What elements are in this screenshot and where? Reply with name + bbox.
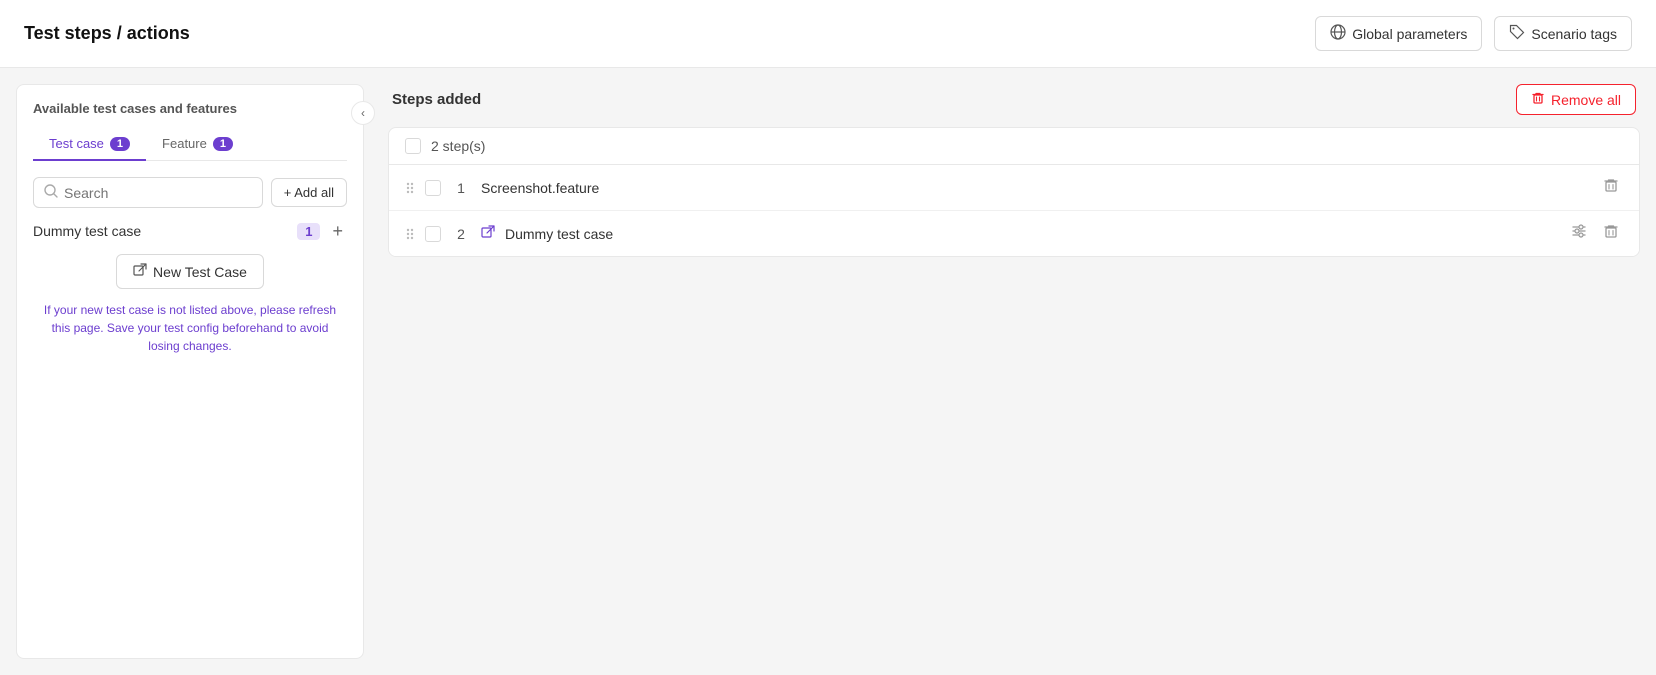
step-2-checkbox[interactable] <box>425 226 441 242</box>
drag-handle-icon[interactable] <box>405 227 415 241</box>
delete-icon <box>1531 91 1545 108</box>
tab-feature-badge: 1 <box>213 137 233 151</box>
add-test-case-button[interactable]: + <box>328 220 347 242</box>
steps-count: 2 step(s) <box>431 138 485 154</box>
tab-feature[interactable]: Feature 1 <box>146 128 249 161</box>
header-actions: Global parameters Scenario tags <box>1315 16 1632 51</box>
sidebar: Available test cases and features Test c… <box>16 84 364 659</box>
step-row: 1 Screenshot.feature <box>389 165 1639 211</box>
step-1-actions <box>1599 175 1623 200</box>
search-input[interactable] <box>64 185 252 201</box>
remove-all-button[interactable]: Remove all <box>1516 84 1636 115</box>
step-2-link-icon <box>481 225 495 242</box>
tab-test-case-label: Test case <box>49 136 104 151</box>
page-title: Test steps / actions <box>24 23 190 44</box>
tab-test-case[interactable]: Test case 1 <box>33 128 146 161</box>
tag-icon <box>1509 24 1525 43</box>
add-all-button[interactable]: + Add all <box>271 178 347 207</box>
right-panel: Steps added Remove all 2 step(s <box>388 84 1640 659</box>
step-2-delete-button[interactable] <box>1599 221 1623 246</box>
page-header: Test steps / actions Global parameters S… <box>0 0 1656 68</box>
select-all-checkbox[interactable] <box>405 138 421 154</box>
step-1-number: 1 <box>451 180 471 196</box>
step-2-actions <box>1567 221 1623 246</box>
steps-container: 2 step(s) 1 Screenshot.feature <box>388 127 1640 257</box>
sidebar-body: + Add all Dummy test case 1 + <box>17 161 363 658</box>
globe-icon <box>1330 24 1346 43</box>
test-case-count-badge: 1 <box>297 223 320 240</box>
collapse-sidebar-button[interactable]: ‹ <box>351 101 375 125</box>
hint-text: If your new test case is not listed abov… <box>33 301 347 355</box>
global-parameters-label: Global parameters <box>1352 26 1467 42</box>
search-input-wrap[interactable] <box>33 177 263 208</box>
test-case-right: 1 + <box>297 220 347 242</box>
chevron-left-icon: ‹ <box>361 106 365 120</box>
tab-feature-label: Feature <box>162 136 207 151</box>
step-1-delete-button[interactable] <box>1599 175 1623 200</box>
step-2-name: Dummy test case <box>505 226 1557 242</box>
new-test-case-button[interactable]: New Test Case <box>116 254 264 289</box>
scenario-tags-label: Scenario tags <box>1531 26 1617 42</box>
drag-handle-icon[interactable] <box>405 181 415 195</box>
steps-title: Steps added <box>392 91 481 108</box>
test-case-list-item: Dummy test case 1 + <box>33 220 347 242</box>
global-parameters-button[interactable]: Global parameters <box>1315 16 1482 51</box>
external-link-icon <box>133 263 147 280</box>
sidebar-title: Available test cases and features <box>33 101 347 116</box>
search-row: + Add all <box>33 177 347 208</box>
step-2-settings-button[interactable] <box>1567 221 1591 246</box>
scenario-tags-button[interactable]: Scenario tags <box>1494 16 1632 51</box>
main-content: Available test cases and features Test c… <box>0 68 1656 675</box>
test-case-name: Dummy test case <box>33 223 141 239</box>
step-2-number: 2 <box>451 226 471 242</box>
sidebar-header: Available test cases and features Test c… <box>17 85 363 161</box>
step-1-checkbox[interactable] <box>425 180 441 196</box>
remove-all-label: Remove all <box>1551 92 1621 108</box>
tab-test-case-badge: 1 <box>110 137 130 151</box>
step-row: 2 Dummy test case <box>389 211 1639 256</box>
new-test-case-label: New Test Case <box>153 264 247 280</box>
steps-select-bar: 2 step(s) <box>389 128 1639 165</box>
steps-header: Steps added Remove all <box>388 84 1640 115</box>
search-icon <box>44 184 58 201</box>
step-1-name: Screenshot.feature <box>481 180 1589 196</box>
add-all-label: + Add all <box>284 185 334 200</box>
tabs: Test case 1 Feature 1 <box>33 128 347 161</box>
